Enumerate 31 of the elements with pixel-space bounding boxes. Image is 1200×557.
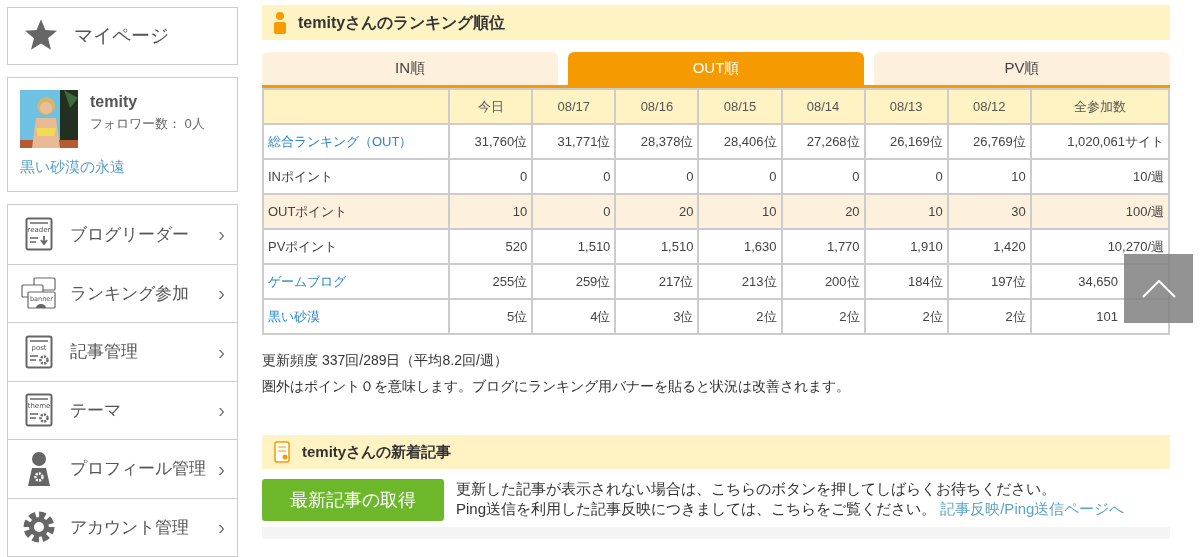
menu-item[interactable]: アカウント管理 ›	[8, 497, 237, 556]
mypage-link[interactable]: マイページ	[7, 7, 238, 65]
table-cell: 2位	[864, 299, 948, 334]
tab[interactable]: PV順	[874, 52, 1170, 85]
info-text: 更新した記事が表示されない場合は、こちらのボタンを押してしばらくお待ちください。 Ping送信を利用した記事反映につきましては、こちらをご覧ください。 記事反映/Ping送信ページへ	[456, 479, 1126, 519]
settings-icon	[22, 510, 56, 545]
chevron-up-icon	[1141, 279, 1176, 298]
info-text: 圏外はポイント０を意味します。ブログにランキング用バナーを貼ると状況は改善されます。	[262, 377, 851, 396]
chevron-icon: ›	[218, 395, 225, 426]
info-text: 更新頻度 337回/289日（平均8.2回/週）	[262, 351, 509, 370]
table-cell: 3位	[615, 299, 699, 334]
table-cell: 2位	[947, 299, 1031, 334]
user-name: temity	[90, 91, 139, 112]
chevron-icon: ›	[218, 219, 225, 250]
table-cell: 5位	[449, 299, 533, 334]
follower-count: フォロワー数： 0人	[90, 114, 205, 133]
scroll-to-top-button[interactable]	[1124, 254, 1193, 323]
chevron-icon: ›	[218, 512, 225, 543]
chevron-icon: ›	[218, 453, 225, 484]
chevron-icon: ›	[218, 336, 225, 367]
table-cell: 2位	[781, 299, 865, 334]
chevron-icon: ›	[218, 278, 225, 309]
document-icon	[274, 441, 290, 463]
section-header: temityさんの新着記事	[262, 435, 1170, 469]
table-cell: 4位	[532, 299, 616, 334]
tab[interactable]: IN順	[262, 52, 558, 85]
table-cell: 2位	[698, 299, 782, 334]
section-header: temityさんのランキング順位	[262, 5, 1170, 40]
menu-item[interactable]: プロフィール管理 ›	[8, 439, 237, 498]
person-icon	[274, 11, 286, 34]
table-link[interactable]: 黒い砂漠	[263, 299, 450, 334]
